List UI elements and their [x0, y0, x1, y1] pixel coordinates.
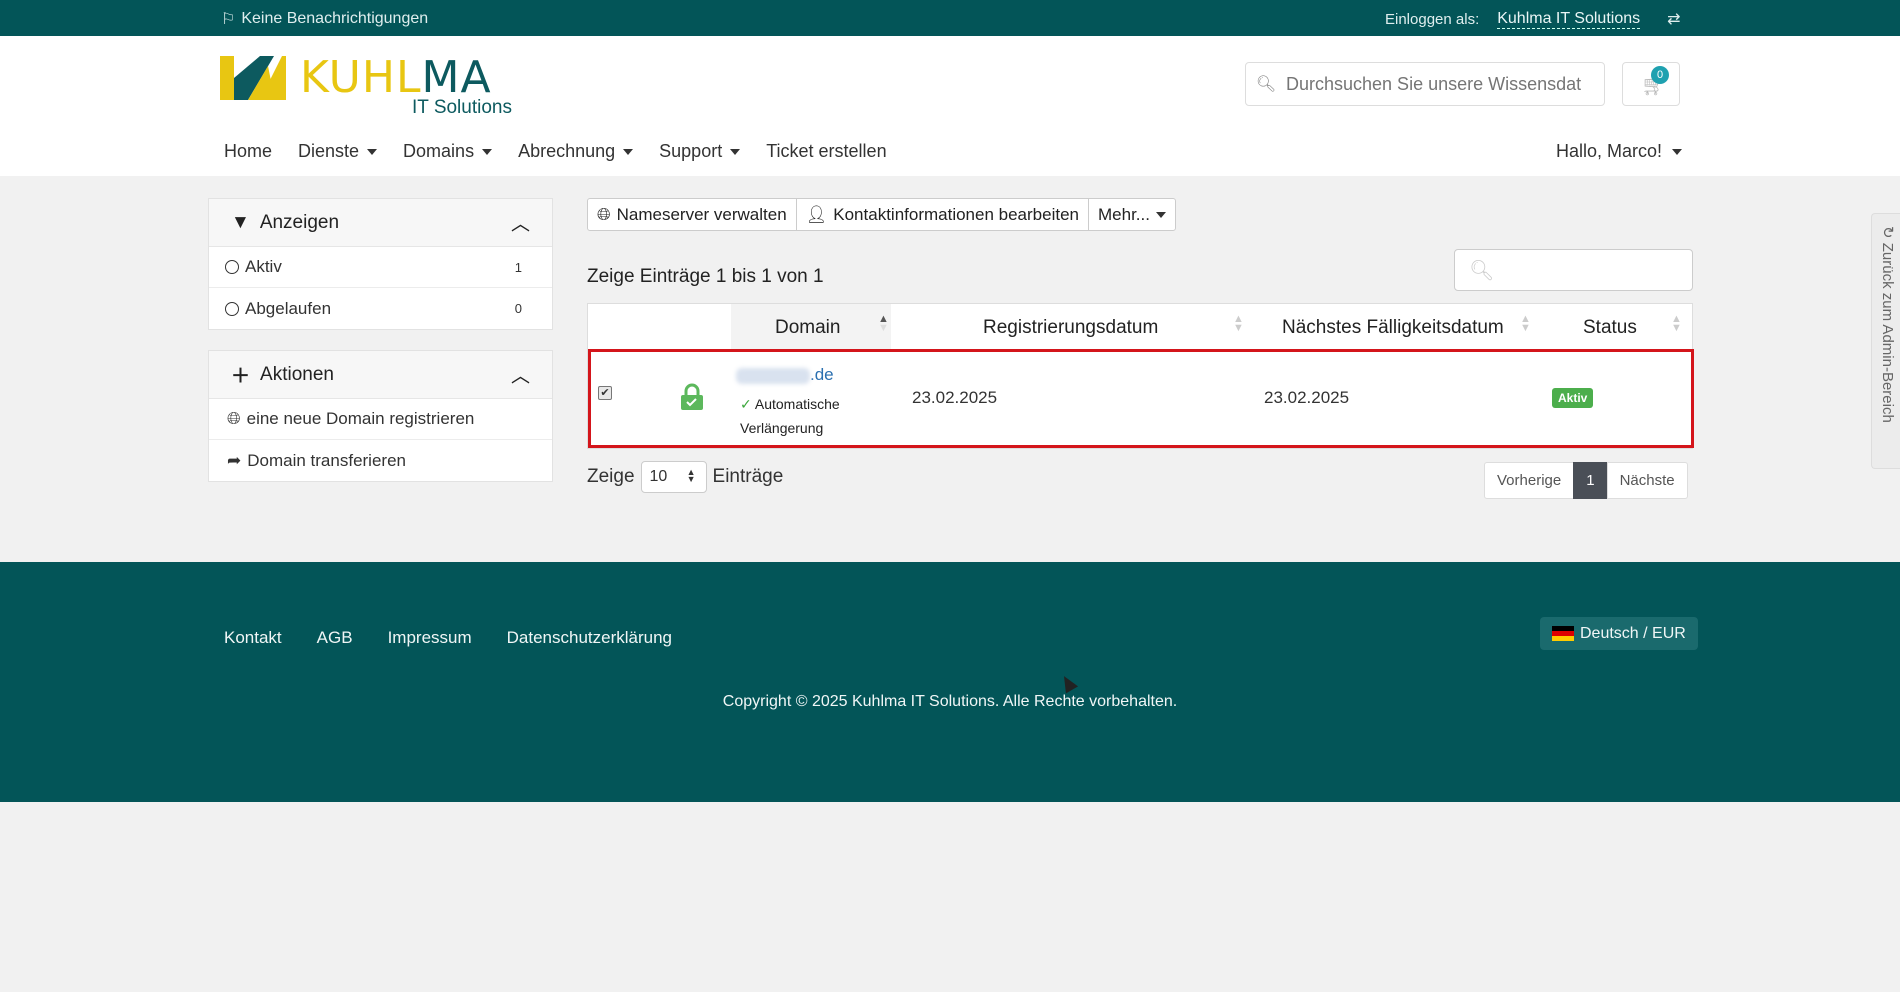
table-row[interactable]: ✔ .de ✓ Automatische Verlängerung 23.02.…: [588, 349, 1694, 448]
next-page-button[interactable]: Nächste: [1606, 462, 1688, 499]
logo-wordmark: KUHLMA: [300, 52, 492, 103]
caret-down-icon: [730, 148, 741, 155]
caret-down-icon: [482, 148, 493, 155]
nav-domains[interactable]: Domains: [403, 141, 493, 162]
contact-info-button[interactable]: 👤︎ Kontaktinformationen bearbeiten: [795, 198, 1089, 231]
admin-tab-label: ↻ Zurück zum Admin-Bereich: [1879, 226, 1896, 423]
caret-down-icon: [1155, 211, 1166, 218]
col-status[interactable]: Status: [1583, 317, 1637, 339]
more-dropdown-button[interactable]: Mehr...: [1088, 198, 1176, 231]
autorenew-status: ✓ Automatische Verlängerung: [740, 396, 840, 436]
notifications-link[interactable]: ⚐ Keine Benachrichtigungen: [221, 9, 428, 29]
logo[interactable]: KUHLMA IT Solutions: [220, 50, 520, 120]
table-info: Zeige Einträge 1 bis 1 von 1: [587, 266, 824, 287]
chevron-up-icon[interactable]: ︿: [511, 209, 530, 236]
nav-dienste[interactable]: Dienste: [298, 141, 378, 162]
admin-area-tab[interactable]: ↻ Zurück zum Admin-Bereich: [1871, 213, 1900, 469]
sort-icon[interactable]: ▲ ▼: [1520, 314, 1531, 334]
action-transfer-domain[interactable]: ➦ Domain transferieren: [209, 440, 552, 481]
sort-icon[interactable]: ▲ ▼: [1671, 314, 1682, 334]
table-search-input[interactable]: 🔍︎: [1454, 249, 1693, 291]
sort-icon[interactable]: ▲ ▼: [1233, 314, 1244, 334]
count-badge: 0: [514, 301, 522, 316]
circle-icon: [225, 260, 239, 274]
prev-page-button[interactable]: Vorherige: [1484, 462, 1575, 499]
search-icon: 🔍︎: [1255, 76, 1277, 93]
redacted-domain: [736, 367, 810, 384]
nav-ticket[interactable]: Ticket erstellen: [766, 141, 886, 162]
filter-panel: ▼ Anzeigen ︿ Aktiv 1 Abgelaufen 0: [208, 198, 553, 330]
nameserver-button[interactable]: 🌐︎ Nameserver verwalten: [587, 198, 797, 231]
status-badge: Aktiv: [1552, 388, 1594, 408]
footer-links: Kontakt AGB Impressum Datenschutzerkläru…: [224, 628, 672, 648]
count-badge: 1: [514, 259, 522, 275]
filter-item-aktiv[interactable]: Aktiv 1: [209, 247, 552, 288]
user-icon: 👤︎: [805, 204, 828, 224]
col-registered[interactable]: Registrierungsdatum: [983, 317, 1158, 339]
plus-icon: ＋: [231, 366, 251, 387]
page-length-select[interactable]: 10 ▲ ▼: [640, 461, 707, 493]
shuffle-icon[interactable]: ⇄: [1667, 9, 1680, 29]
filter-panel-header[interactable]: ▼ Anzeigen ︿: [209, 199, 552, 247]
page-length: Zeige 10 ▲ ▼ Einträge: [587, 461, 783, 493]
domains-table: Domain ▲ ▼ Registrierungsdatum ▲ ▼ Nächste…: [587, 303, 1694, 449]
login-info: Einloggen als: Kuhlma IT Solutions ⇄: [1385, 9, 1681, 29]
actions-panel: ＋ Aktionen ︿ 🌐︎ eine neue Domain registr…: [208, 350, 553, 482]
search-input[interactable]: [1286, 73, 1586, 95]
table-header: Domain ▲ ▼ Registrierungsdatum ▲ ▼ Nächste…: [588, 304, 1692, 350]
caret-down-icon: [1672, 148, 1683, 155]
nav-home[interactable]: Home: [224, 141, 272, 162]
actions-panel-header[interactable]: ＋ Aktionen ︿: [209, 351, 552, 399]
greeting: Hallo, Marco!: [1556, 141, 1663, 161]
footer: Kontakt AGB Impressum Datenschutzerkläru…: [0, 562, 1900, 802]
domain-link[interactable]: .de: [736, 365, 834, 385]
nav-abrechnung[interactable]: Abrechnung: [518, 141, 634, 162]
login-user-link[interactable]: Kuhlma IT Solutions: [1497, 10, 1641, 29]
footer-link-datenschutz[interactable]: Datenschutzerklärung: [507, 628, 672, 648]
search-icon: 🔍︎: [1469, 260, 1495, 282]
col-domain[interactable]: Domain: [775, 317, 840, 339]
lock-icon: [681, 383, 703, 410]
page-1-button[interactable]: 1: [1573, 462, 1608, 499]
sort-asc-icon[interactable]: ▲ ▼: [878, 314, 889, 334]
flag-icon: ⚐: [221, 11, 236, 28]
footer-link-kontakt[interactable]: Kontakt: [224, 628, 282, 648]
globe-icon: 🌐︎: [227, 409, 241, 428]
circle-icon: [225, 301, 239, 316]
check-icon: ✓: [740, 396, 752, 412]
registration-date: 23.02.2025: [912, 388, 998, 407]
main-nav: Home Dienste Domains Abrechnung Support …: [224, 141, 887, 162]
knowledgebase-search: 🔍︎: [1245, 62, 1605, 106]
footer-link-impressum[interactable]: Impressum: [388, 628, 472, 648]
top-bar: ⚐ Keine Benachrichtigungen Einloggen als…: [0, 0, 1900, 36]
sort-arrows-icon: ▲ ▼: [686, 467, 696, 484]
german-flag-icon: [1552, 626, 1574, 641]
user-menu[interactable]: Hallo, Marco!: [1556, 141, 1683, 162]
cart-count-badge: 0: [1651, 66, 1669, 84]
domain-toolbar: 🌐︎ Nameserver verwalten 👤︎ Kontaktinform…: [587, 198, 1176, 231]
pagination: Vorherige 1 Nächste: [1484, 462, 1688, 499]
action-register-domain[interactable]: 🌐︎ eine neue Domain registrieren: [209, 399, 552, 440]
login-label: Einloggen als:: [1385, 10, 1480, 28]
filter-icon: ▼: [231, 211, 250, 233]
footer-link-agb[interactable]: AGB: [317, 628, 353, 648]
caret-down-icon: [623, 148, 634, 155]
col-due[interactable]: Nächstes Fälligkeitsdatum: [1282, 317, 1504, 339]
notifications-label: Keine Benachrichtigungen: [241, 10, 429, 27]
due-date: 23.02.2025: [1264, 388, 1350, 407]
filter-item-abgelaufen[interactable]: Abgelaufen 0: [209, 288, 552, 329]
logo-mark-icon: [220, 56, 286, 100]
chevron-up-icon[interactable]: ︿: [511, 361, 530, 388]
cart-button[interactable]: 🛒︎ 0: [1622, 62, 1680, 106]
share-icon: ➦: [227, 450, 242, 470]
header: KUHLMA IT Solutions 🔍︎ 🛒︎ 0 Home Dienste…: [0, 36, 1900, 176]
caret-down-icon: [367, 148, 378, 155]
globe-icon: 🌐︎: [597, 204, 611, 224]
logo-subtitle: IT Solutions: [412, 97, 512, 118]
nav-support[interactable]: Support: [659, 141, 741, 162]
copyright: Copyright © 2025 Kuhlma IT Solutions. Al…: [722, 693, 1178, 710]
row-checkbox[interactable]: ✔: [598, 386, 612, 400]
language-button[interactable]: Deutsch / EUR: [1540, 617, 1698, 650]
